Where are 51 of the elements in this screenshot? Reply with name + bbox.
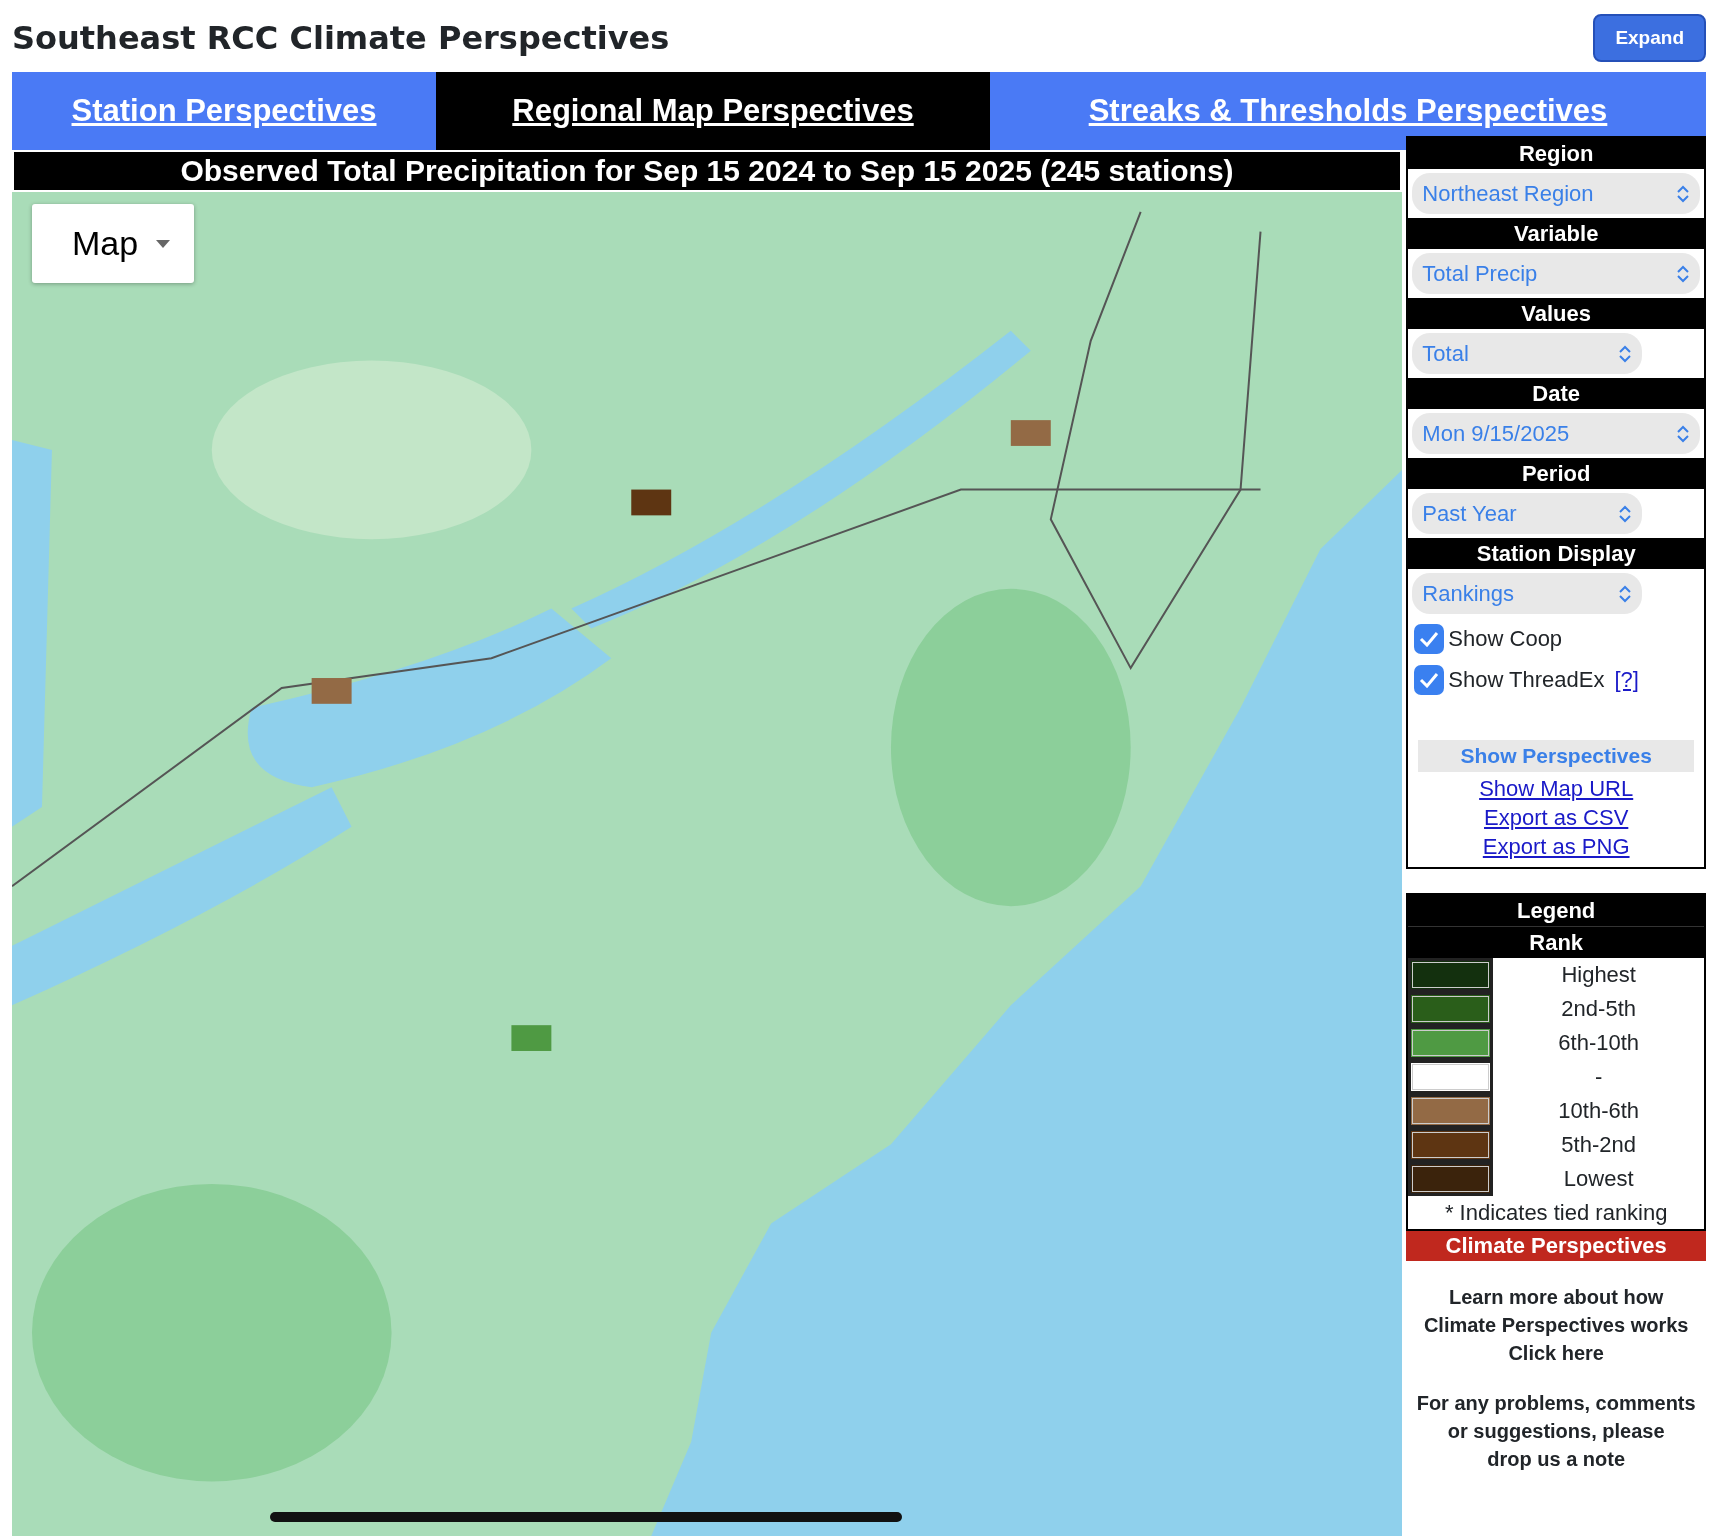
select-dropdown[interactable]: Total (1412, 333, 1643, 374)
checkbox[interactable] (1414, 623, 1445, 654)
section-heading: Values (1408, 298, 1704, 329)
checkbox-label: Show ThreadEx (1448, 666, 1605, 694)
link[interactable]: Export as CSV (1408, 802, 1704, 832)
legend-label: 6th-10th (1557, 1029, 1641, 1057)
page-title: Southeast RCC Climate Perspectives (12, 18, 670, 59)
map-title: Observed Total Precipitation for Sep 15 2024 to Sep 15 2025 (245 stations) (12, 150, 1402, 192)
section-heading: Variable (1408, 218, 1704, 249)
chevron-icon (1618, 583, 1633, 604)
checkbox-label: Show Coop (1448, 625, 1563, 653)
link[interactable]: Export as PNG (1408, 831, 1704, 861)
checkmark-icon (1419, 630, 1440, 647)
select-dropdown[interactable]: Northeast Region (1412, 173, 1700, 214)
tab[interactable]: Regional Map Perspectives (436, 72, 990, 150)
chevron-icon (1618, 343, 1633, 364)
select-dropdown[interactable]: Past Year (1412, 493, 1643, 534)
help-link[interactable]: [?] (1614, 663, 1639, 696)
map-type-dropdown[interactable]: Map (32, 204, 195, 283)
select-dropdown[interactable]: Total Precip (1412, 253, 1700, 294)
caret-icon (156, 239, 171, 248)
checkmark-icon (1419, 671, 1440, 688)
tab[interactable]: Station Perspectives (12, 72, 436, 150)
click-here-link[interactable]: Click here (1508, 1341, 1604, 1364)
select-dropdown[interactable]: Rankings (1412, 573, 1643, 614)
legend-label: Lowest (1562, 1165, 1635, 1193)
show-perspectives-button[interactable]: Show Perspectives (1418, 740, 1694, 772)
chevron-icon (1676, 183, 1690, 204)
checkbox[interactable] (1414, 664, 1445, 695)
link[interactable]: Show Map URL (1408, 773, 1704, 803)
section-heading: Station Display (1408, 538, 1704, 569)
info-text: Learn more about how Climate Perspectives works (1422, 1284, 1690, 1338)
section-heading: Region (1408, 138, 1704, 169)
legend-label: 2nd-5th (1560, 995, 1637, 1023)
note-link[interactable]: drop us a note (1487, 1447, 1626, 1470)
legend-label: 5th-2nd (1560, 1131, 1637, 1159)
chevron-icon (1676, 263, 1690, 284)
select-dropdown[interactable]: Mon 9/15/2025 (1412, 413, 1700, 454)
chevron-icon (1618, 503, 1633, 524)
legend-subtitle: Rank (1408, 925, 1704, 958)
banner: Climate Perspectives (1406, 1230, 1706, 1261)
legend-label: Highest (1560, 961, 1637, 989)
feedback-text: For any problems, comments or suggestions, please drop us a note (1415, 1390, 1697, 1472)
legend-label: - (1594, 1063, 1604, 1091)
chevron-icon (1676, 423, 1690, 444)
legend-title: Legend (1408, 894, 1704, 926)
legend-label: 10th-6th (1557, 1097, 1641, 1125)
section-heading: Period (1408, 458, 1704, 489)
expand-button[interactable]: Expand (1593, 13, 1706, 63)
section-heading: Date (1408, 378, 1704, 409)
legend-note: * Indicates tied ranking (1443, 1198, 1669, 1227)
